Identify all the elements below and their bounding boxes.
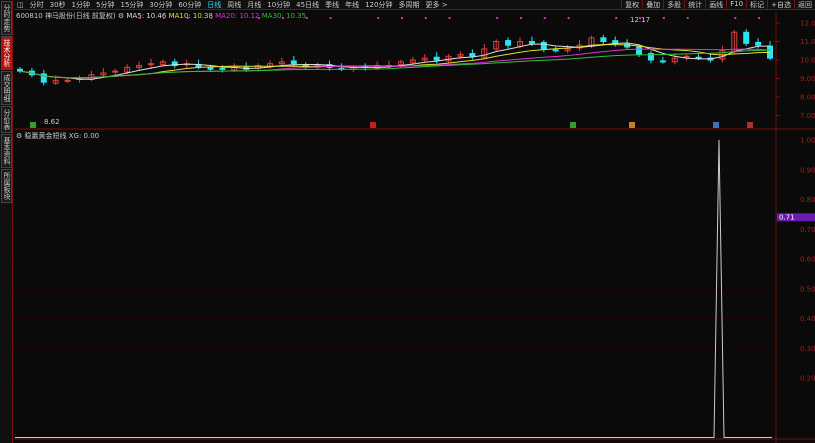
indicator-tick-label: 0.30 <box>800 345 815 353</box>
candle <box>540 41 547 50</box>
event-marker <box>747 122 753 128</box>
price-tick-label: 8.00 <box>800 94 815 102</box>
indicator-tick-label: 0.20 <box>800 375 815 383</box>
price-tick-label: 11.00 <box>800 38 815 46</box>
candle <box>290 60 297 65</box>
ma20-line <box>19 48 771 79</box>
event-marker <box>713 122 719 128</box>
indicator-tick-label: 0.70 <box>800 226 815 234</box>
signal-dot <box>448 17 451 19</box>
price-tick-label: 10.00 <box>800 57 815 65</box>
signal-dot <box>758 17 761 19</box>
event-marker <box>570 122 576 128</box>
event-marker <box>370 122 376 128</box>
indicator-tick-label: 0.60 <box>800 256 815 264</box>
signal-dot <box>400 17 403 19</box>
candle <box>469 53 476 57</box>
signal-dot <box>258 17 261 19</box>
signal-dot <box>377 17 380 19</box>
signal-dot <box>734 17 737 19</box>
signal-dot <box>662 17 665 19</box>
price-tick-label: 9.00 <box>800 75 815 83</box>
candle <box>147 63 154 66</box>
signal-dot <box>210 17 213 19</box>
event-marker <box>30 122 36 128</box>
indicator-tick-label: 0.50 <box>800 285 815 293</box>
signal-dot <box>520 17 522 19</box>
candle <box>17 68 23 72</box>
candle <box>552 49 559 52</box>
indicator-tick-label: 0.80 <box>800 196 815 204</box>
candle <box>433 56 440 61</box>
indicator-tick-label: 1.00 <box>800 137 815 145</box>
indicator-tick-label: 0.40 <box>800 315 815 323</box>
signal-dot <box>496 17 499 19</box>
signal-dot <box>424 17 427 19</box>
candle <box>112 70 119 73</box>
signal-dot <box>615 17 618 19</box>
candle <box>505 40 512 46</box>
candle <box>219 67 226 70</box>
ma30-line <box>19 49 771 79</box>
candle <box>600 37 607 42</box>
candle <box>528 41 535 44</box>
chart-area[interactable]: 12.00 11.00 10.00 9.00 8.00 7.00 1.00 0.90 0.80 0… <box>0 0 815 443</box>
candle <box>659 60 666 63</box>
signal-dot <box>139 17 142 19</box>
signal-dot <box>686 17 689 19</box>
signal-dot <box>543 17 546 19</box>
candle <box>743 31 750 44</box>
candle <box>695 56 702 59</box>
signal-dot <box>567 17 570 19</box>
price-tick-label: 12.00 <box>800 20 815 28</box>
signal-dot <box>329 17 332 19</box>
signal-dot <box>186 17 189 19</box>
candle <box>207 66 214 70</box>
low-annotation: 8.62 <box>44 118 60 126</box>
signal-dot <box>281 17 284 19</box>
candle <box>636 46 643 55</box>
price-tick-label: 7.00 <box>800 112 815 120</box>
candle <box>64 79 71 82</box>
signal-dot <box>639 17 642 19</box>
signal-dot <box>305 17 308 19</box>
indicator-tick-label: 0.90 <box>800 166 815 174</box>
event-marker <box>629 122 635 128</box>
current-value-label: 0.71 <box>779 213 795 221</box>
signal-dot <box>162 17 165 19</box>
candle <box>683 55 690 58</box>
candle <box>755 41 762 46</box>
